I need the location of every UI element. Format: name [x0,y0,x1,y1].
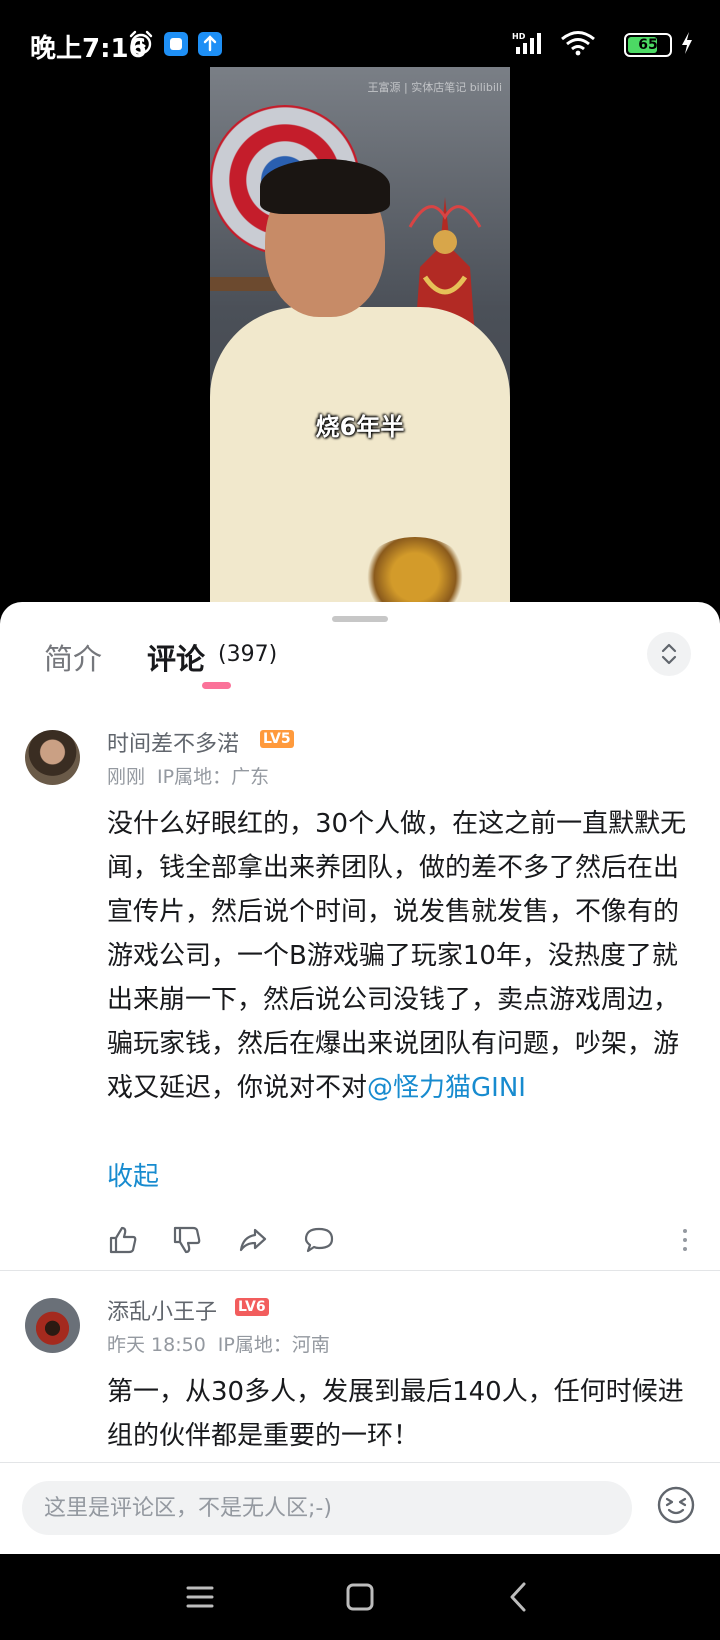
app-notification-icon [164,32,188,56]
status-bar: 晚上7:16 HD 65 [0,0,720,64]
mention-link[interactable]: @怪力猫GINI [367,1073,526,1103]
comment-actions [107,1224,697,1260]
comment-input[interactable] [22,1481,632,1535]
tab-comments[interactable]: 评论 [147,636,205,678]
comment-item: 时间差不多渃 LV5 刚刚 IP属地：广东 没什么好眼红的，30个人做，在这之前一… [0,722,720,1282]
home-icon[interactable] [343,1580,377,1614]
comment-input-bar [0,1462,720,1554]
comment-username[interactable]: 添乱小王子 [107,1294,217,1326]
video-watermark: 王富源 | 实体店笔记 bilibili [367,81,503,94]
active-tab-indicator [202,682,231,689]
comment-username[interactable]: 时间差不多渃 [107,726,239,758]
comment-time: 刚刚 [107,766,146,788]
wifi-icon [561,31,595,56]
level-badge: LV5 [260,730,294,748]
comment-body: 没什么好眼红的，30个人做，在这之前一直默默无闻，钱全部拿出来养团队，做的差不多… [107,809,687,1103]
system-nav-bar [0,1554,720,1640]
collapse-link[interactable]: 收起 [107,1156,159,1193]
expand-sheet-button[interactable] [647,632,691,676]
tab-bar: 简介 评论 (397) [0,632,720,702]
charging-icon [682,32,692,54]
avatar[interactable] [25,1298,80,1353]
emoji-icon[interactable] [656,1485,696,1525]
comment-ip: IP属地：河南 [217,1334,330,1356]
comment-text: 第一，从30多人，发展到最后140人，任何时候进组的伙伴都是重要的一环！ [107,1377,684,1451]
comment-sheet: 简介 评论 (397) 时间差不多渃 LV5 刚刚 IP属地：广东 没什么好眼红的… [0,602,720,1554]
person-hair [260,159,390,214]
battery-level: 65 [638,37,658,53]
like-icon[interactable] [107,1224,139,1256]
battery-icon: 65 [624,33,672,57]
more-options-icon[interactable] [679,1224,691,1256]
sheet-drag-handle[interactable] [332,616,388,622]
menu-icon[interactable] [183,1580,217,1614]
dislike-icon[interactable] [171,1224,203,1256]
comment-item: 添乱小王子 LV6 昨天 18:50 IP属地：河南 第一，从30多人，发展到最后… [0,1290,720,1490]
upload-notification-icon [198,32,222,56]
reply-icon[interactable] [303,1224,335,1256]
alarm-icon [129,30,153,55]
share-icon[interactable] [237,1224,269,1256]
comment-count: (397) [218,642,278,667]
video-frame[interactable]: 王富源 | 实体店笔记 bilibili 烧6年半 [210,67,510,604]
comment-text: 没什么好眼红的，30个人做，在这之前一直默默无闻，钱全部拿出来养团队，做的差不多… [107,802,692,1110]
video-player[interactable]: 王富源 | 实体店笔记 bilibili 烧6年半 [0,64,720,604]
tab-intro[interactable]: 简介 [44,636,102,678]
level-badge: LV6 [235,1298,269,1316]
video-subtitle: 烧6年半 [315,413,405,441]
comment-divider [0,1270,720,1271]
avatar[interactable] [25,730,80,785]
comment-time: 昨天 18:50 [107,1334,206,1356]
hd-signal-icon: HD [512,32,541,54]
expand-chevron-icon [661,643,677,665]
back-icon[interactable] [502,1580,536,1614]
svg-text:HD: HD [512,32,526,41]
comment-ip: IP属地：广东 [157,766,270,788]
comment-meta: 昨天 18:50 IP属地：河南 [107,1330,330,1357]
status-right: HD 65 [504,30,694,58]
comment-meta: 刚刚 IP属地：广东 [107,762,269,789]
